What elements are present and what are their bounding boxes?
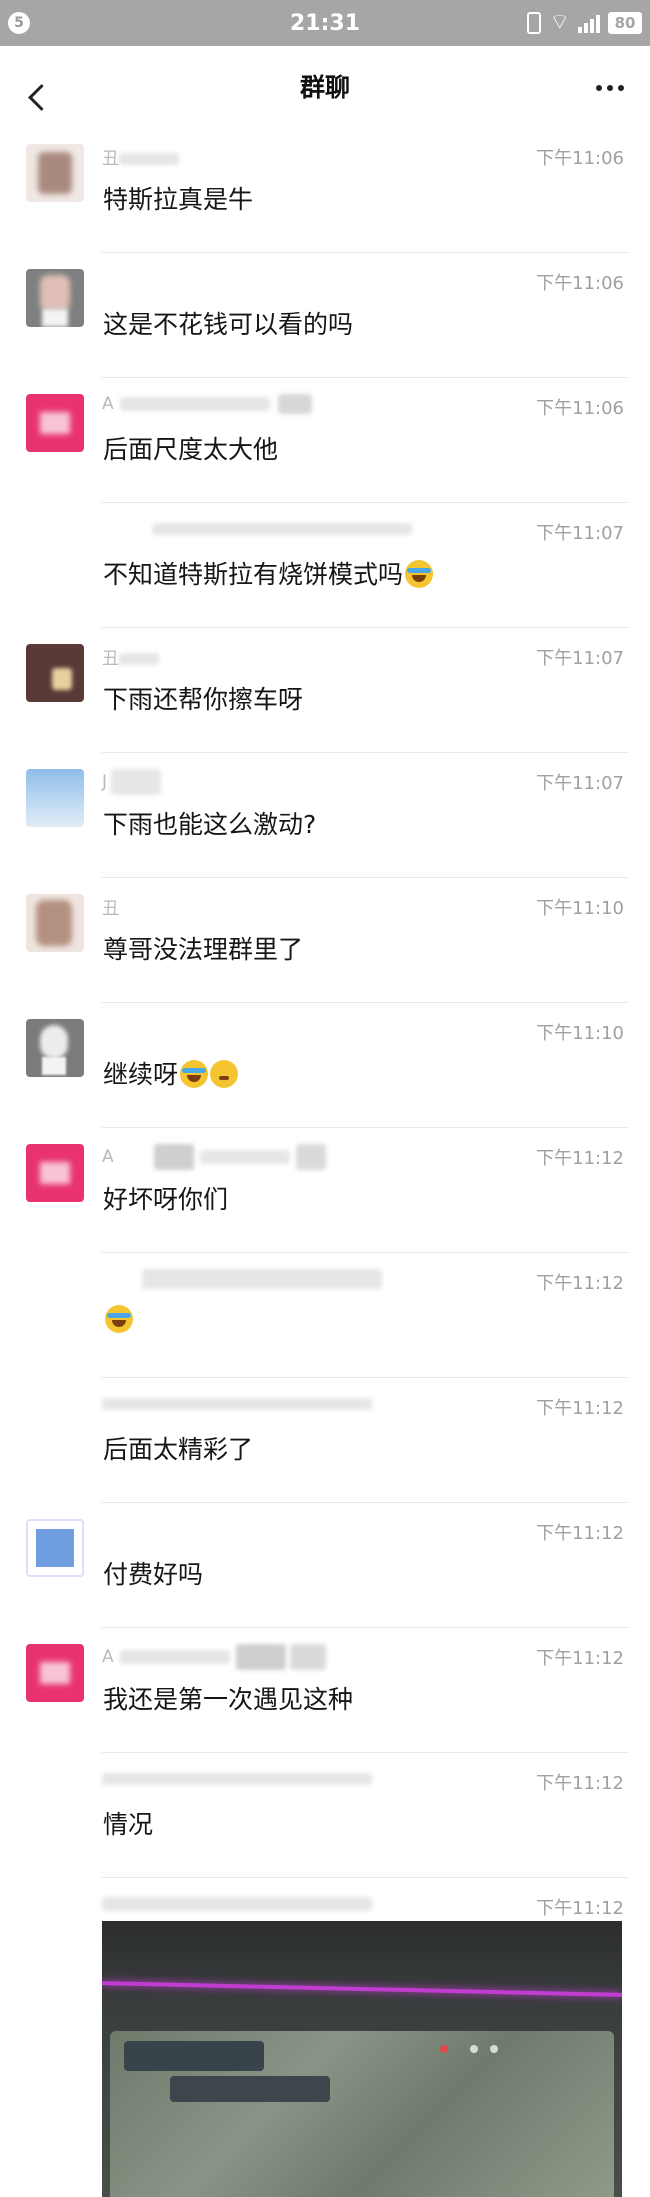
- message-time: 下午11:10: [536, 898, 624, 919]
- message-text: 后面尺度太大他: [103, 435, 279, 464]
- photo-screen-dot: [490, 2045, 498, 2053]
- battery-icon: 80: [608, 12, 642, 34]
- message-text: 我还是第一次遇见这种: [103, 1685, 354, 1714]
- chat-message: 下午11:12 付费好吗: [0, 1503, 650, 1628]
- message-time: 下午11:06: [536, 273, 624, 294]
- chat-message: 下午11:10 继续呀: [0, 1003, 650, 1128]
- message-text: 下雨也能这么激动?: [103, 810, 317, 839]
- photo-car-screen: [110, 2031, 614, 2197]
- chat-message: 下午11:12: [0, 1253, 650, 1378]
- chat-message: 下午11:06 这是不花钱可以看的吗: [0, 253, 650, 378]
- page-title: 群聊: [299, 73, 350, 102]
- sender-name: 丑: [102, 899, 119, 919]
- chat-message: 丑 下午11:10 尊哥没法理群里了: [0, 878, 650, 1003]
- avatar[interactable]: [26, 394, 84, 452]
- photo-screen-search: [170, 2076, 330, 2102]
- chat-message: 下午11:12 后面太精彩了: [0, 1378, 650, 1503]
- more-dots-icon[interactable]: [590, 70, 630, 106]
- sender-name: J: [102, 769, 162, 795]
- sender-name: [102, 1394, 372, 1414]
- message-text: [103, 1305, 133, 1334]
- message-time: 下午11:12: [536, 1148, 624, 1169]
- message-time: 下午11:12: [536, 1273, 624, 1294]
- message-text: 后面太精彩了: [103, 1435, 254, 1464]
- avatar[interactable]: [26, 1144, 84, 1202]
- message-time: 下午11:12: [536, 1773, 624, 1794]
- avatar[interactable]: [26, 644, 84, 702]
- wifi-icon: ⌔: [549, 10, 570, 35]
- sender-name: A: [102, 394, 312, 414]
- chat-message: 下午11:12 情况: [0, 1753, 650, 1878]
- chat-header: 群聊: [0, 46, 650, 128]
- photo-light-strip: [102, 1981, 622, 1997]
- image-message[interactable]: [102, 1921, 622, 2197]
- message-text: 这是不花钱可以看的吗: [103, 310, 354, 339]
- status-bar: 5 21:31 ⌔ 80: [0, 0, 650, 46]
- avatar[interactable]: [26, 894, 84, 952]
- photo-screen-dot: [440, 2045, 448, 2053]
- avatar[interactable]: [26, 1394, 84, 1452]
- sender-name: 丑: [102, 144, 179, 169]
- sender-name: 丑: [102, 644, 159, 669]
- avatar[interactable]: [26, 519, 84, 577]
- status-icons: ⌔ 80: [527, 10, 642, 36]
- avatar[interactable]: [26, 769, 84, 827]
- avatar[interactable]: [26, 144, 84, 202]
- message-time: 下午11:07: [536, 648, 624, 669]
- vibrate-icon: [527, 12, 542, 34]
- chat-message: A 下午11:12 我还是第一次遇见这种: [0, 1628, 650, 1753]
- laugh-tears-emoji: [405, 560, 434, 588]
- sender-name: [102, 519, 412, 539]
- message-text: 不知道特斯拉有烧饼模式吗: [103, 555, 434, 591]
- chat-message: A 下午11:12 好坏呀你们: [0, 1128, 650, 1253]
- message-text: 尊哥没法理群里了: [103, 935, 304, 964]
- chat-message: A 下午11:06 后面尺度太大他: [0, 378, 650, 503]
- message-time: 下午11:06: [536, 148, 624, 169]
- chat-message: J 下午11:07 下雨也能这么激动?: [0, 753, 650, 878]
- avatar[interactable]: [26, 1269, 84, 1327]
- message-time: 下午11:07: [536, 773, 624, 794]
- laugh-tears-emoji: [105, 1305, 133, 1333]
- message-text: 继续呀: [103, 1055, 239, 1091]
- message-time: 下午11:06: [536, 398, 624, 419]
- sender-name: A: [102, 1144, 326, 1170]
- laugh-tears-emoji: [180, 1060, 209, 1088]
- sender-name: [102, 1894, 372, 1914]
- message-text: 情况: [103, 1810, 154, 1839]
- photo-screen-dot: [470, 2045, 478, 2053]
- photo-screen-bar: [124, 2041, 264, 2071]
- message-time: 下午11:12: [536, 1898, 624, 1919]
- message-text: 好坏呀你们: [103, 1185, 229, 1214]
- sender-name: [102, 1269, 382, 1289]
- message-text: 下雨还帮你擦车呀: [103, 685, 304, 714]
- chat-message: 丑 下午11:07 下雨还帮你擦车呀: [0, 628, 650, 753]
- sender-name: [102, 1769, 372, 1789]
- message-time: 下午11:12: [536, 1648, 624, 1669]
- chat-message: 丑 下午11:06 特斯拉真是牛: [0, 128, 650, 253]
- avatar[interactable]: [26, 269, 84, 327]
- chat-message: 下午11:07 不知道特斯拉有烧饼模式吗: [0, 503, 650, 628]
- message-time: 下午11:10: [536, 1023, 624, 1044]
- avatar[interactable]: [26, 1019, 84, 1077]
- signal-icon: [578, 13, 600, 33]
- message-time: 下午11:07: [536, 523, 624, 544]
- message-text: 特斯拉真是牛: [103, 185, 254, 214]
- message-text: 付费好吗: [103, 1560, 204, 1589]
- ok-hand-emoji: [210, 1060, 239, 1088]
- sender-name: A: [102, 1644, 326, 1670]
- avatar[interactable]: [26, 1519, 84, 1577]
- message-time: 下午11:12: [536, 1398, 624, 1419]
- avatar[interactable]: [26, 1644, 84, 1702]
- message-time: 下午11:12: [536, 1523, 624, 1544]
